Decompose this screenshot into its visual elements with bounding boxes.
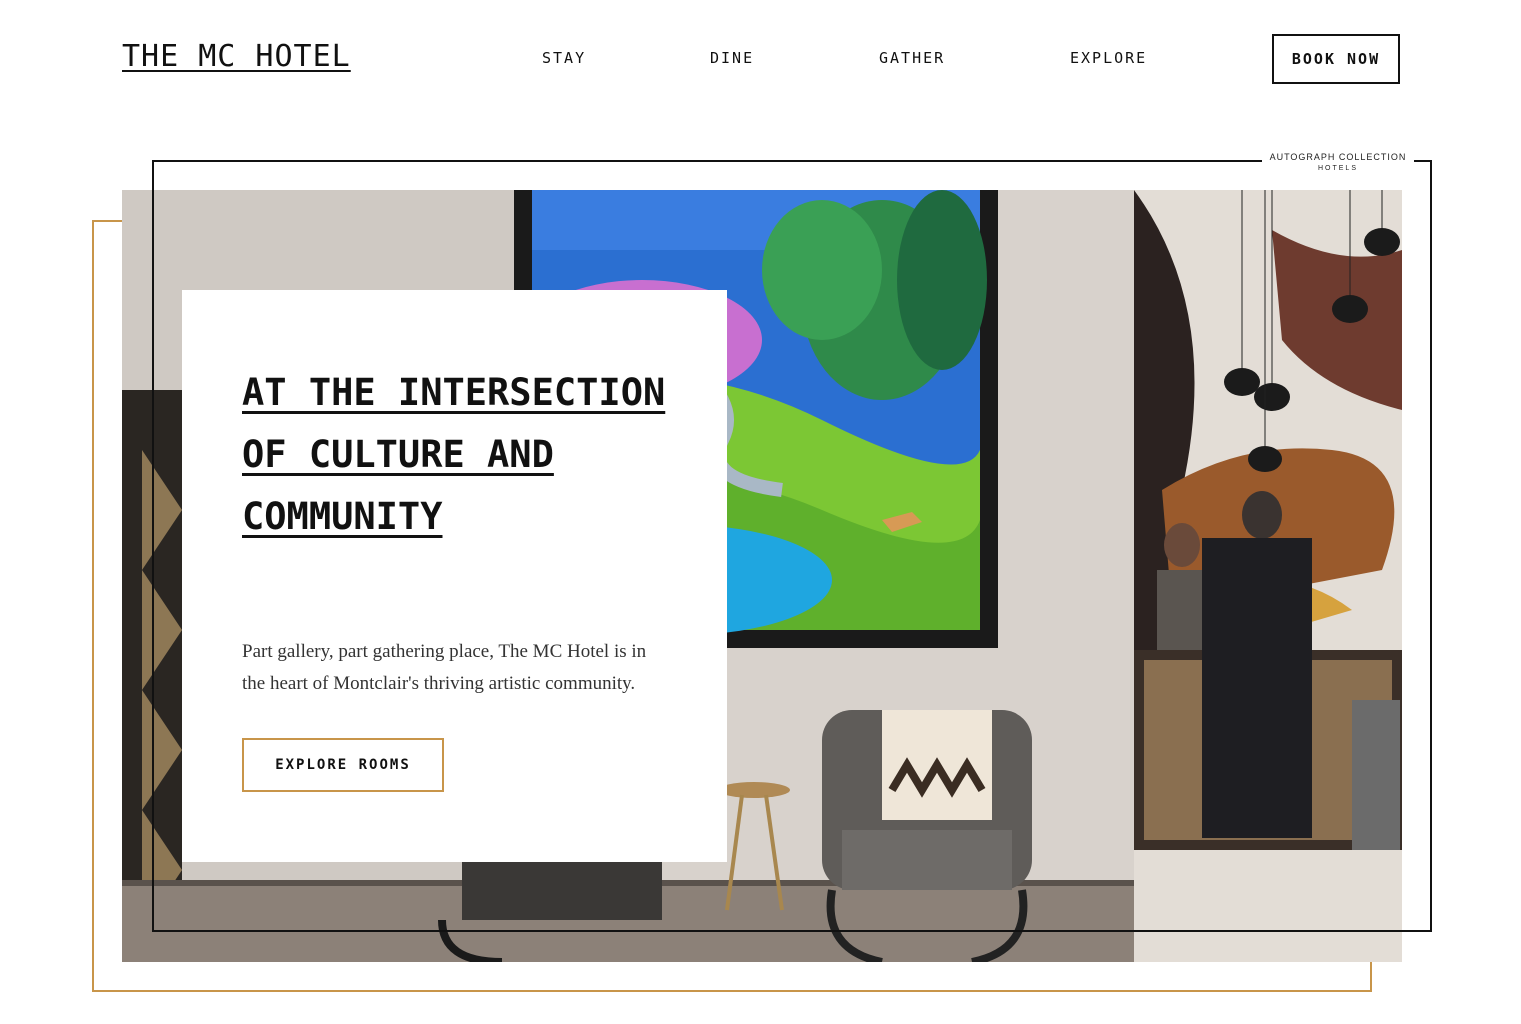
nav-item-explore[interactable]: EXPLORE <box>1070 49 1147 67</box>
book-now-button[interactable]: BOOK NOW <box>1272 34 1400 84</box>
nav-item-stay[interactable]: STAY <box>542 49 586 67</box>
hero-description: Part gallery, part gathering place, The … <box>242 641 647 694</box>
badge-line-2: HOTELS <box>1317 165 1358 172</box>
badge-line-1: AUTOGRAPH COLLECTION <box>1269 152 1407 162</box>
hero-headline: AT THE INTERSECTION OF CULTURE AND COMMU… <box>242 371 666 538</box>
nav-item-dine[interactable]: DINE <box>710 49 754 67</box>
autograph-collection-badge: AUTOGRAPH COLLECTION HOTELS <box>1262 151 1414 175</box>
nav-item-gather[interactable]: GATHER <box>879 49 945 67</box>
explore-rooms-button[interactable]: EXPLORE ROOMS <box>242 738 444 792</box>
hotel-logo[interactable]: THE MC HOTEL <box>122 40 351 74</box>
hero-card: AT THE INTERSECTION OF CULTURE AND COMMU… <box>182 290 727 862</box>
